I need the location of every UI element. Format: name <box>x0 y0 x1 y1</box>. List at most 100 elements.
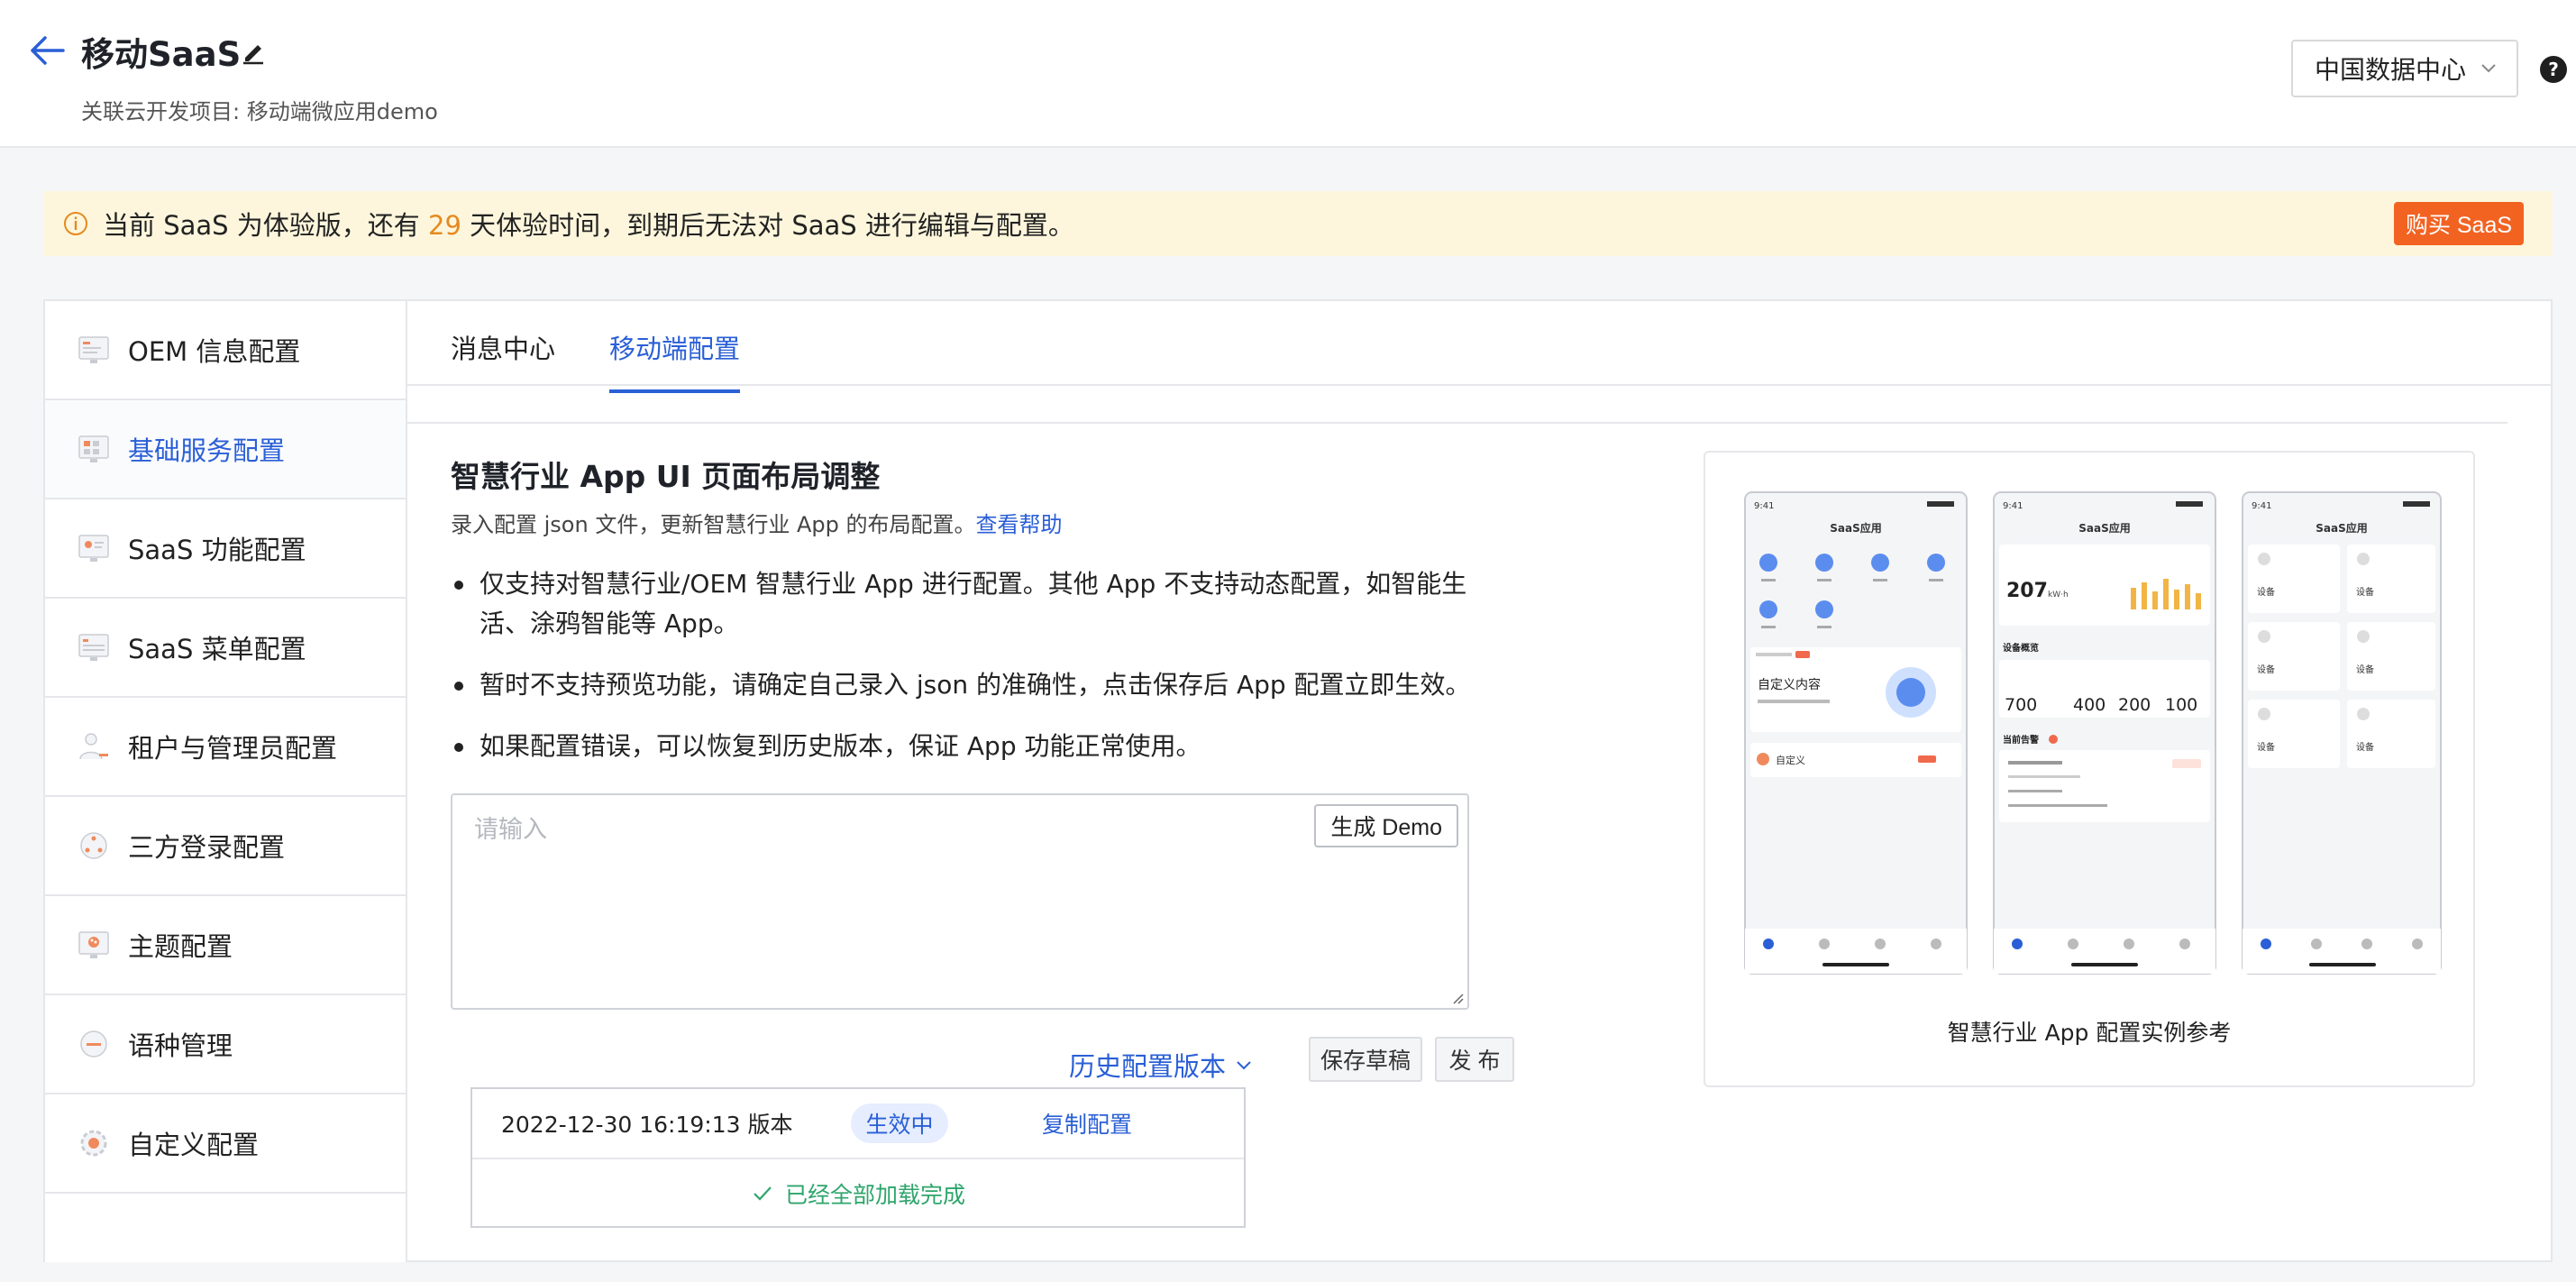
check-icon <box>754 1186 772 1201</box>
publish-button[interactable]: 发 布 <box>1435 1037 1514 1082</box>
load-complete: 已经全部加载完成 <box>472 1159 1244 1228</box>
sidebar-item-label: SaaS 功能配置 <box>128 535 306 565</box>
help-icon[interactable]: ? <box>2540 56 2567 83</box>
phone-device-label: 设备 <box>2356 741 2374 753</box>
saas-menu-icon <box>76 629 112 665</box>
history-panel: 2022-12-30 16:19:13 版本 生效中 复制配置 已经全部加载完成 <box>470 1087 1246 1228</box>
tab-message-center[interactable]: 消息中心 <box>451 328 555 389</box>
sidebar-item-custom-config[interactable]: 自定义配置 <box>45 1094 406 1194</box>
list-item: 暂时不支持预览功能，请确定自己录入 json 的准确性，点击保存后 App 配置… <box>451 665 1478 705</box>
phone-custom-label: 自定义 <box>1776 754 1805 766</box>
save-draft-button[interactable]: 保存草稿 <box>1309 1037 1422 1082</box>
phone-custom-content: 自定义内容 <box>1758 677 1821 692</box>
sidebar-item-tenant-admin[interactable]: 租户与管理员配置 <box>45 698 406 797</box>
phone-device-normal: 400 <box>2073 695 2106 715</box>
sidebar-item-label: OEM 信息配置 <box>128 336 301 367</box>
phone-time: 9:41 <box>1754 501 1774 511</box>
phone-app-title: SaaS应用 <box>2078 521 2130 535</box>
phone-device-label: 设备 <box>2257 741 2275 753</box>
phone-device-label: 设备 <box>2257 664 2275 675</box>
list-item: 仅支持对智慧行业/OEM 智慧行业 App 进行配置。其他 App 不支持动态配… <box>451 564 1478 644</box>
notice-suffix: 天体验时间，到期后无法对 SaaS 进行编辑与配置。 <box>461 210 1074 241</box>
list-item: 如果配置错误，可以恢复到历史版本，保证 App 功能正常使用。 <box>451 727 1478 766</box>
buy-saas-button[interactable]: 购买 SaaS <box>2394 202 2524 245</box>
phone-device-total: 700 <box>2005 695 2037 715</box>
resize-handle-icon[interactable] <box>1449 990 1464 1004</box>
section-description-text: 录入配置 json 文件，更新智慧行业 App 的布局配置。 <box>451 512 976 537</box>
load-complete-text: 已经全部加载完成 <box>784 1182 965 1208</box>
preview-caption: 智慧行业 App 配置实例参考 <box>1947 1020 2232 1046</box>
status-badge: 生效中 <box>851 1103 948 1143</box>
phone-device-overview: 设备概览 <box>2003 642 2039 654</box>
region-select-value: 中国数据中心 <box>2315 55 2467 85</box>
linked-project: 关联云开发项目: 移动端微应用demo <box>81 99 438 124</box>
page-header: 移动SaaS 关联云开发项目: 移动端微应用demo 中国数据中心 ? <box>0 0 2576 148</box>
phone-device-label: 设备 <box>2356 664 2374 675</box>
content-area: 消息中心 移动端配置 智慧行业 App UI 页面布局调整 录入配置 json … <box>407 301 2551 1260</box>
third-party-login-icon <box>76 828 112 864</box>
custom-config-icon <box>76 1125 112 1161</box>
phone-time: 9:41 <box>2003 501 2023 511</box>
phone-power-unit: kW·h <box>2048 591 2069 600</box>
notice-prefix: 当前 SaaS 为体验版，还有 <box>103 210 429 241</box>
tenant-admin-icon <box>76 728 112 765</box>
history-versions-dropdown[interactable]: 历史配置版本 <box>1069 1046 1253 1084</box>
preview-phone-home: 9:41 SaaS应用 自定义内容 自定义 <box>1744 491 1968 975</box>
history-version: 2022-12-30 16:19:13 版本 <box>501 1112 793 1138</box>
page-title: 移动SaaS <box>81 35 242 74</box>
sidebar-item-saas-function[interactable]: SaaS 功能配置 <box>45 499 406 599</box>
phone-device-label: 设备 <box>2356 586 2374 598</box>
sidebar-item-third-party-login[interactable]: 三方登录配置 <box>45 797 406 896</box>
sidebar-item-label: SaaS 菜单配置 <box>128 634 306 664</box>
divider <box>407 422 2507 424</box>
section-title: 智慧行业 App UI 页面布局调整 <box>451 459 881 494</box>
preview-phone-devices: 9:41 SaaS应用 设备 设备 设备 设备 设备 设备 <box>2242 491 2442 975</box>
back-arrow-icon[interactable] <box>27 32 67 69</box>
notes-list: 仅支持对智慧行业/OEM 智慧行业 App 进行配置。其他 App 不支持动态配… <box>451 564 1478 788</box>
sidebar-item-oem-info[interactable]: OEM 信息配置 <box>45 301 406 400</box>
oem-info-icon <box>76 332 112 368</box>
phone-device-label: 设备 <box>2257 586 2275 598</box>
phone-current-alarm: 当前告警 <box>2003 734 2039 746</box>
view-help-link[interactable]: 查看帮助 <box>975 512 1062 537</box>
sidebar-item-label: 租户与管理员配置 <box>128 733 338 764</box>
sidebar-item-label: 三方登录配置 <box>128 832 286 863</box>
edit-pencil-icon[interactable] <box>240 38 267 65</box>
language-icon <box>76 1026 112 1062</box>
preview-phone-dashboard: 9:41 SaaS应用 207 kW·h 设备概览 700 400 200 10… <box>1993 491 2216 975</box>
saas-function-icon <box>76 530 112 566</box>
region-select[interactable]: 中国数据中心 <box>2291 40 2518 97</box>
trial-days: 29 <box>428 210 461 241</box>
section-description: 录入配置 json 文件，更新智慧行业 App 的布局配置。查看帮助 <box>451 507 1062 538</box>
chevron-down-icon <box>1237 1061 1251 1070</box>
phone-time: 9:41 <box>2252 501 2271 511</box>
app-preview-image: 9:41 SaaS应用 自定义内容 自定义 9:41 SaaS应用 207 kW… <box>1744 491 2442 975</box>
generate-demo-button[interactable]: 生成 Demo <box>1314 804 1458 847</box>
phone-app-title: SaaS应用 <box>2316 521 2367 535</box>
sidebar-item-basic-service[interactable]: 基础服务配置 <box>45 400 406 499</box>
sidebar-item-label: 基础服务配置 <box>128 435 286 466</box>
tab-mobile-config[interactable]: 移动端配置 <box>609 328 741 393</box>
tab-bar: 消息中心 移动端配置 <box>407 301 2551 393</box>
phone-power-value: 207 <box>2006 580 2048 602</box>
history-row: 2022-12-30 16:19:13 版本 生效中 复制配置 <box>472 1089 1244 1159</box>
copy-config-link[interactable]: 复制配置 <box>1042 1107 1132 1140</box>
basic-service-icon <box>76 431 112 467</box>
sidebar-item-label: 语种管理 <box>128 1030 233 1061</box>
phone-device-offline: 100 <box>2165 695 2197 715</box>
preview-panel: 9:41 SaaS应用 自定义内容 自定义 9:41 SaaS应用 207 kW… <box>1704 451 2475 1087</box>
trial-notice: 当前 SaaS 为体验版，还有 29 天体验时间，到期后无法对 SaaS 进行编… <box>43 191 2553 256</box>
history-versions-label: 历史配置版本 <box>1069 1051 1227 1082</box>
sidebar-item-saas-menu[interactable]: SaaS 菜单配置 <box>45 599 406 698</box>
sidebar-item-label: 主题配置 <box>128 931 233 962</box>
theme-icon <box>76 927 112 963</box>
trial-notice-text: 当前 SaaS 为体验版，还有 29 天体验时间，到期后无法对 SaaS 进行编… <box>103 205 1074 243</box>
sidebar-item-language[interactable]: 语种管理 <box>45 995 406 1094</box>
info-icon <box>64 212 87 235</box>
phone-app-title: SaaS应用 <box>1830 521 1881 535</box>
main-card: OEM 信息配置 基础服务配置 SaaS 功能配置 SaaS 菜单配置 租户与管… <box>43 299 2553 1262</box>
phone-device-fault: 200 <box>2118 695 2151 715</box>
config-sidebar: OEM 信息配置 基础服务配置 SaaS 功能配置 SaaS 菜单配置 租户与管… <box>45 301 407 1262</box>
chevron-down-icon <box>2481 64 2496 73</box>
sidebar-item-theme[interactable]: 主题配置 <box>45 896 406 995</box>
